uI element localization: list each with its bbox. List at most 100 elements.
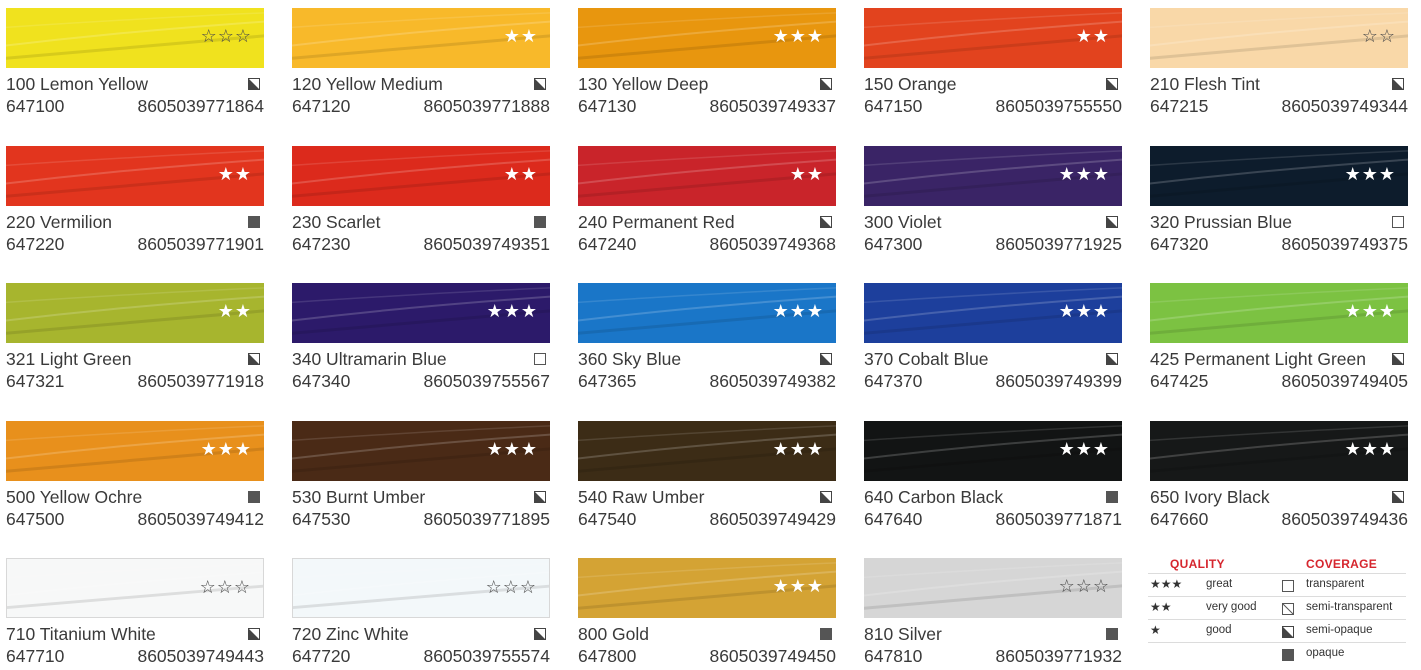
color-name: 210 Flesh Tint: [1150, 74, 1260, 94]
color-name: 230 Scarlet: [292, 211, 381, 232]
swatch-card: ★★★ 340 Ultramarin Blue 647340 860503975556…: [292, 283, 550, 395]
legend-row: opaque: [1148, 642, 1406, 665]
swatch-card: ★★★ 540 Raw Umber 647540 8605039749429: [578, 420, 836, 533]
swatch-card: ★★★ 425 Permanent Light Green 647425 860503…: [1150, 283, 1408, 395]
product-code: 647215: [1150, 96, 1209, 116]
barcode-number: 8605039749375: [1281, 233, 1408, 254]
semi-opaque-icon: [820, 490, 832, 503]
legend-quality-label: great: [1206, 578, 1233, 590]
barcode-number: 8605039749405: [1281, 371, 1408, 391]
barcode-number: 8605039749351: [423, 233, 550, 254]
opaque-icon: [1106, 628, 1118, 640]
color-swatch: ★★★: [864, 145, 1122, 206]
swatch-card: ★★ 120 Yellow Medium 647120 8605039771888: [292, 8, 550, 120]
color-swatch: ★★★: [1150, 283, 1408, 343]
color-swatch: ★★: [864, 8, 1122, 68]
quality-stars: ☆☆: [1361, 26, 1396, 47]
semi-opaque-icon: [1106, 353, 1118, 365]
swatch-card: ★★★ 370 Cobalt Blue 647370 8605039749399: [864, 283, 1122, 395]
semi-opaque-icon: [1282, 625, 1294, 638]
swatch-card: ★★ 321 Light Green 647321 8605039771918: [6, 283, 264, 395]
product-code: 647340: [292, 371, 351, 391]
quality-stars: ★★★: [200, 438, 252, 460]
barcode-number: 8605039749368: [709, 233, 836, 254]
semi-opaque-icon: [1392, 353, 1404, 365]
color-swatch: ★★★: [1150, 420, 1408, 481]
semi-opaque-icon: [248, 628, 260, 640]
barcode-number: 8605039749344: [1281, 96, 1408, 116]
swatch-card: ★★ 240 Permanent Red 647240 8605039749368: [578, 145, 836, 258]
product-code: 647240: [578, 233, 637, 254]
color-name: 120 Yellow Medium: [292, 74, 443, 94]
color-name: 370 Cobalt Blue: [864, 349, 989, 369]
color-swatch: ☆☆☆: [6, 8, 264, 68]
quality-stars: ★★: [217, 301, 252, 322]
product-code: 647150: [864, 96, 923, 116]
product-code: 647100: [6, 96, 65, 116]
quality-stars: ★★: [1075, 26, 1110, 47]
swatch-card: ☆☆☆ 100 Lemon Yellow 647100 8605039771864: [6, 8, 264, 120]
product-code: 647800: [578, 646, 637, 666]
color-swatch: ★★★: [292, 420, 550, 481]
color-name: 320 Prussian Blue: [1150, 211, 1293, 232]
barcode-number: 8605039771864: [137, 96, 264, 116]
barcode-number: 8605039755574: [423, 646, 550, 666]
product-code: 647321: [6, 371, 65, 391]
legend-stars: ★: [1150, 623, 1161, 637]
product-code: 647220: [6, 233, 65, 254]
legend-quality-title: QUALITY: [1170, 557, 1225, 571]
barcode-number: 8605039749412: [137, 508, 264, 529]
product-code: 647130: [578, 96, 637, 116]
swatch-card: ☆☆☆ 720 Zinc White 647720 8605039755574: [292, 558, 550, 670]
color-name: 360 Sky Blue: [578, 349, 682, 369]
color-name: 220 Vermilion: [6, 211, 113, 232]
barcode-number: 8605039771918: [137, 371, 264, 391]
color-swatch: ★★: [292, 8, 550, 68]
color-swatch: ★★★: [292, 283, 550, 343]
transparent-icon: [1392, 215, 1404, 228]
semi-opaque-icon: [248, 78, 260, 90]
barcode-number: 8605039755567: [423, 371, 550, 391]
swatch-card: ★★★ 530 Burnt Umber 647530 8605039771895: [292, 420, 550, 533]
color-swatch: ★★★: [1150, 145, 1408, 206]
product-code: 647365: [578, 371, 637, 391]
opaque-icon: [820, 628, 832, 640]
color-swatch: ☆☆☆: [864, 558, 1122, 618]
legend-stars: ★★: [1150, 600, 1172, 614]
product-code: 647710: [6, 646, 65, 666]
color-name: 425 Permanent Light Green: [1150, 349, 1366, 369]
product-code: 647500: [6, 508, 65, 529]
semi-opaque-icon: [534, 490, 546, 503]
barcode-number: 8605039749443: [137, 646, 264, 666]
color-name: 500 Yellow Ochre: [6, 486, 143, 507]
opaque-icon: [1282, 648, 1294, 661]
barcode-number: 8605039749450: [709, 646, 836, 666]
color-swatch: ☆☆☆: [292, 558, 550, 618]
quality-stars: ★★★: [486, 438, 538, 460]
legend-coverage-label: transparent: [1306, 578, 1365, 590]
product-code: 647320: [1150, 233, 1209, 254]
swatch-card: ★★★ 130 Yellow Deep 647130 8605039749337: [578, 8, 836, 120]
semi-transparent-icon: [1282, 602, 1294, 615]
color-name: 640 Carbon Black: [864, 486, 1004, 507]
color-name: 800 Gold: [578, 624, 650, 644]
product-code: 647810: [864, 646, 923, 666]
barcode-number: 8605039755550: [995, 96, 1122, 116]
legend-quality-label: good: [1206, 624, 1232, 636]
semi-opaque-icon: [820, 215, 832, 228]
semi-opaque-icon: [534, 628, 546, 640]
semi-opaque-icon: [534, 78, 546, 90]
color-swatch: ★★★: [578, 558, 836, 618]
semi-opaque-icon: [1392, 78, 1404, 90]
color-name: 321 Light Green: [6, 349, 132, 369]
opaque-icon: [248, 490, 260, 503]
color-name: 240 Permanent Red: [578, 211, 735, 232]
barcode-number: 8605039771895: [423, 508, 550, 529]
swatch-card: ☆☆☆ 710 Titanium White 647710 8605039749443: [6, 558, 264, 670]
swatch-card: ☆☆☆ 810 Silver 647810 8605039771932: [864, 558, 1122, 670]
quality-stars: ★★★: [1058, 438, 1110, 460]
legend-coverage-label: semi-opaque: [1306, 624, 1373, 636]
quality-stars: ★★★: [1344, 301, 1396, 322]
legend: QUALITY COVERAGE ★★★ great transparent ★…: [1148, 557, 1408, 665]
color-name: 810 Silver: [864, 624, 942, 644]
